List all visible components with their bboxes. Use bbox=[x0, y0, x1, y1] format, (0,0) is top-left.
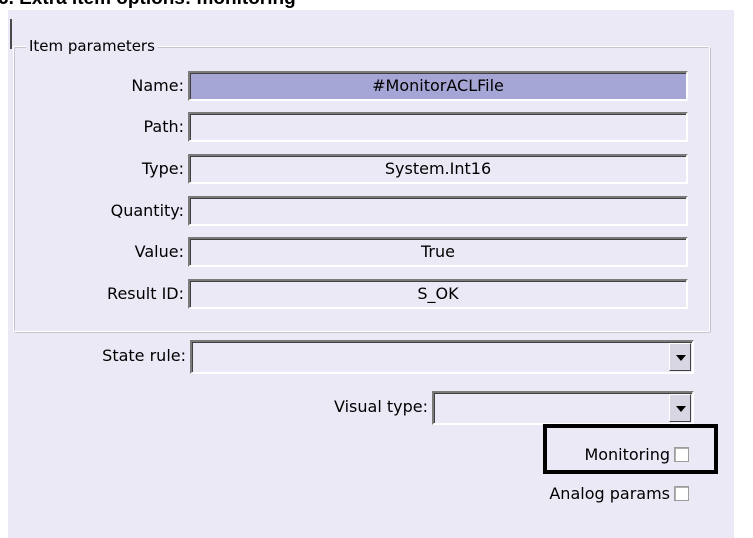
cropped-header-text: 6. Extra item options: monitoring bbox=[0, 0, 296, 10]
value-field[interactable]: True bbox=[188, 237, 688, 267]
path-field[interactable] bbox=[188, 112, 688, 142]
path-label: Path: bbox=[143, 117, 184, 136]
type-label: Type: bbox=[141, 159, 184, 178]
cropped-header: 6. Extra item options: monitoring bbox=[0, 0, 753, 10]
analog-params-label: Analog params bbox=[549, 484, 670, 503]
visual-type-label: Visual type: bbox=[334, 397, 428, 416]
state-rule-dropdown-button[interactable] bbox=[669, 343, 691, 371]
quantity-label: Quantity: bbox=[110, 201, 184, 220]
quantity-field[interactable] bbox=[188, 196, 688, 226]
analog-params-option[interactable]: Analog params bbox=[500, 483, 689, 505]
result-id-label: Result ID: bbox=[107, 284, 184, 303]
name-field[interactable]: #MonitorACLFile bbox=[188, 71, 688, 101]
name-label: Name: bbox=[131, 76, 184, 95]
chevron-down-icon bbox=[676, 406, 686, 412]
state-rule-dropdown[interactable] bbox=[190, 340, 694, 374]
visual-type-dropdown[interactable] bbox=[432, 391, 694, 425]
left-edge-mark bbox=[10, 19, 12, 49]
monitoring-highlight-frame bbox=[543, 424, 718, 474]
groupbox-legend: Item parameters bbox=[26, 36, 158, 56]
chevron-down-icon bbox=[676, 355, 686, 361]
visual-type-dropdown-button[interactable] bbox=[669, 394, 691, 422]
value-label: Value: bbox=[134, 242, 184, 261]
type-field[interactable]: System.Int16 bbox=[188, 154, 688, 184]
analog-params-checkbox[interactable] bbox=[674, 486, 689, 501]
result-id-field[interactable]: S_OK bbox=[188, 279, 688, 309]
state-rule-label: State rule: bbox=[102, 346, 186, 365]
